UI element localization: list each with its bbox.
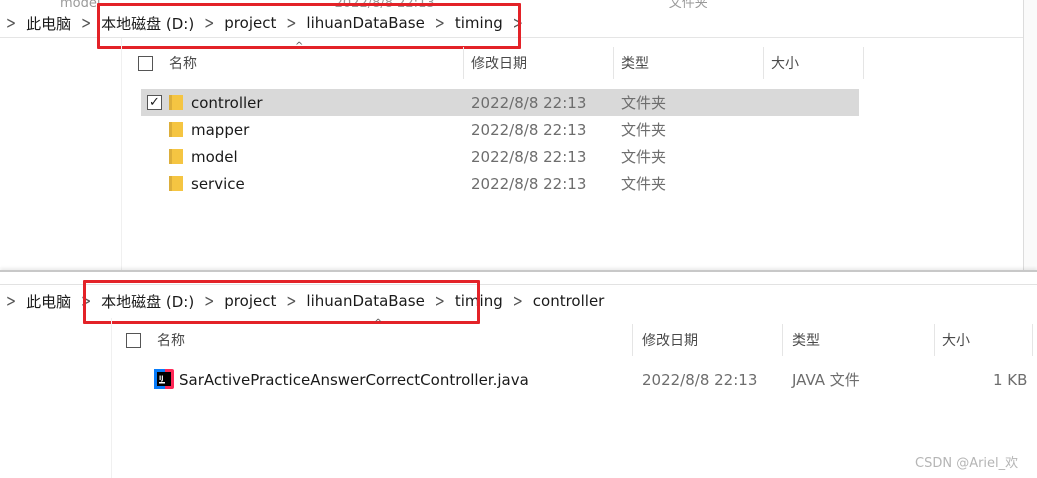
file-name: model bbox=[191, 147, 238, 166]
column-type[interactable]: 类型 bbox=[621, 47, 649, 79]
file-type: 文件夹 bbox=[621, 121, 667, 139]
file-type: 文件夹 bbox=[621, 175, 667, 193]
file-date: 2022/8/8 22:13 bbox=[471, 120, 587, 139]
file-date: 2022/8/8 22:13 bbox=[642, 370, 758, 389]
highlight-box bbox=[83, 280, 480, 324]
column-name[interactable]: 名称 bbox=[169, 47, 197, 79]
file-name: service bbox=[191, 174, 245, 193]
chevron-right-icon[interactable]: > bbox=[507, 291, 529, 311]
chevron-right-icon[interactable]: > bbox=[0, 13, 22, 33]
breadcrumb-this-pc[interactable]: 此电脑 bbox=[22, 291, 75, 312]
column-header: ^ 名称 修改日期 类型 大小 bbox=[112, 318, 1037, 356]
ghost-row-type: 文件夹 bbox=[668, 0, 708, 8]
select-all-area[interactable] bbox=[126, 324, 141, 356]
file-row-java[interactable]: IJ SarActivePracticeAnswerCorrectControl… bbox=[150, 366, 1030, 393]
column-header: ^ 名称 修改日期 类型 大小 bbox=[123, 41, 1023, 79]
folder-icon bbox=[169, 176, 183, 191]
select-all-area[interactable] bbox=[138, 47, 153, 79]
watermark: CSDN @Ariel_欢 bbox=[915, 456, 1019, 471]
column-date[interactable]: 修改日期 bbox=[642, 324, 698, 356]
highlight-box bbox=[97, 3, 521, 49]
sort-up-icon: ^ bbox=[295, 41, 304, 52]
column-divider bbox=[782, 324, 783, 356]
column-divider bbox=[613, 47, 614, 79]
file-row-mapper[interactable]: mapper 2022/8/8 22:13 文件夹 bbox=[141, 116, 859, 143]
sort-up-icon: ^ bbox=[374, 318, 383, 329]
column-divider bbox=[1032, 324, 1033, 356]
column-divider bbox=[463, 47, 464, 79]
breadcrumb-controller[interactable]: controller bbox=[529, 292, 609, 310]
file-row-controller[interactable]: ✓ controller 2022/8/8 22:13 文件夹 bbox=[141, 89, 859, 116]
column-divider bbox=[863, 47, 864, 79]
folder-icon bbox=[169, 95, 183, 110]
column-size[interactable]: 大小 bbox=[942, 324, 970, 356]
ghost-row-name: model bbox=[60, 0, 101, 8]
navigation-pane bbox=[0, 318, 112, 478]
folder-icon bbox=[169, 149, 183, 164]
chevron-right-icon[interactable]: > bbox=[0, 291, 22, 311]
select-all-checkbox[interactable] bbox=[138, 55, 153, 71]
column-divider bbox=[763, 47, 764, 79]
svg-text:IJ: IJ bbox=[159, 375, 163, 382]
select-all-checkbox[interactable] bbox=[126, 332, 141, 348]
top-explorer-window: model 2022/8/8 22:13 文件夹 > 此电脑 > 本地磁盘 (D… bbox=[0, 0, 1037, 272]
file-date: 2022/8/8 22:13 bbox=[471, 93, 587, 112]
navigation-pane bbox=[0, 38, 122, 270]
folder-icon bbox=[169, 122, 183, 137]
file-type: JAVA 文件 bbox=[792, 371, 860, 389]
intellij-java-file-icon: IJ bbox=[154, 369, 174, 389]
chevron-right-icon[interactable]: > bbox=[75, 13, 97, 33]
file-row-service[interactable]: service 2022/8/8 22:13 文件夹 bbox=[141, 170, 859, 197]
column-size[interactable]: 大小 bbox=[771, 47, 799, 79]
column-divider bbox=[632, 324, 633, 356]
file-size: 1 KB bbox=[993, 370, 1028, 389]
file-row-model[interactable]: model 2022/8/8 22:13 文件夹 bbox=[141, 143, 859, 170]
column-date[interactable]: 修改日期 bbox=[471, 47, 527, 79]
file-date: 2022/8/8 22:13 bbox=[471, 147, 587, 166]
file-date: 2022/8/8 22:13 bbox=[471, 174, 587, 193]
file-type: 文件夹 bbox=[621, 148, 667, 166]
file-name: SarActivePracticeAnswerCorrectController… bbox=[179, 370, 529, 389]
column-name[interactable]: 名称 bbox=[157, 324, 185, 356]
row-checkbox-checked[interactable]: ✓ bbox=[147, 95, 162, 110]
breadcrumb-this-pc[interactable]: 此电脑 bbox=[22, 13, 75, 34]
window-edge bbox=[1023, 0, 1037, 272]
column-type[interactable]: 类型 bbox=[792, 324, 820, 356]
column-divider bbox=[934, 324, 935, 356]
file-name: mapper bbox=[191, 120, 250, 139]
file-name: controller bbox=[191, 93, 263, 112]
file-type: 文件夹 bbox=[621, 94, 667, 112]
